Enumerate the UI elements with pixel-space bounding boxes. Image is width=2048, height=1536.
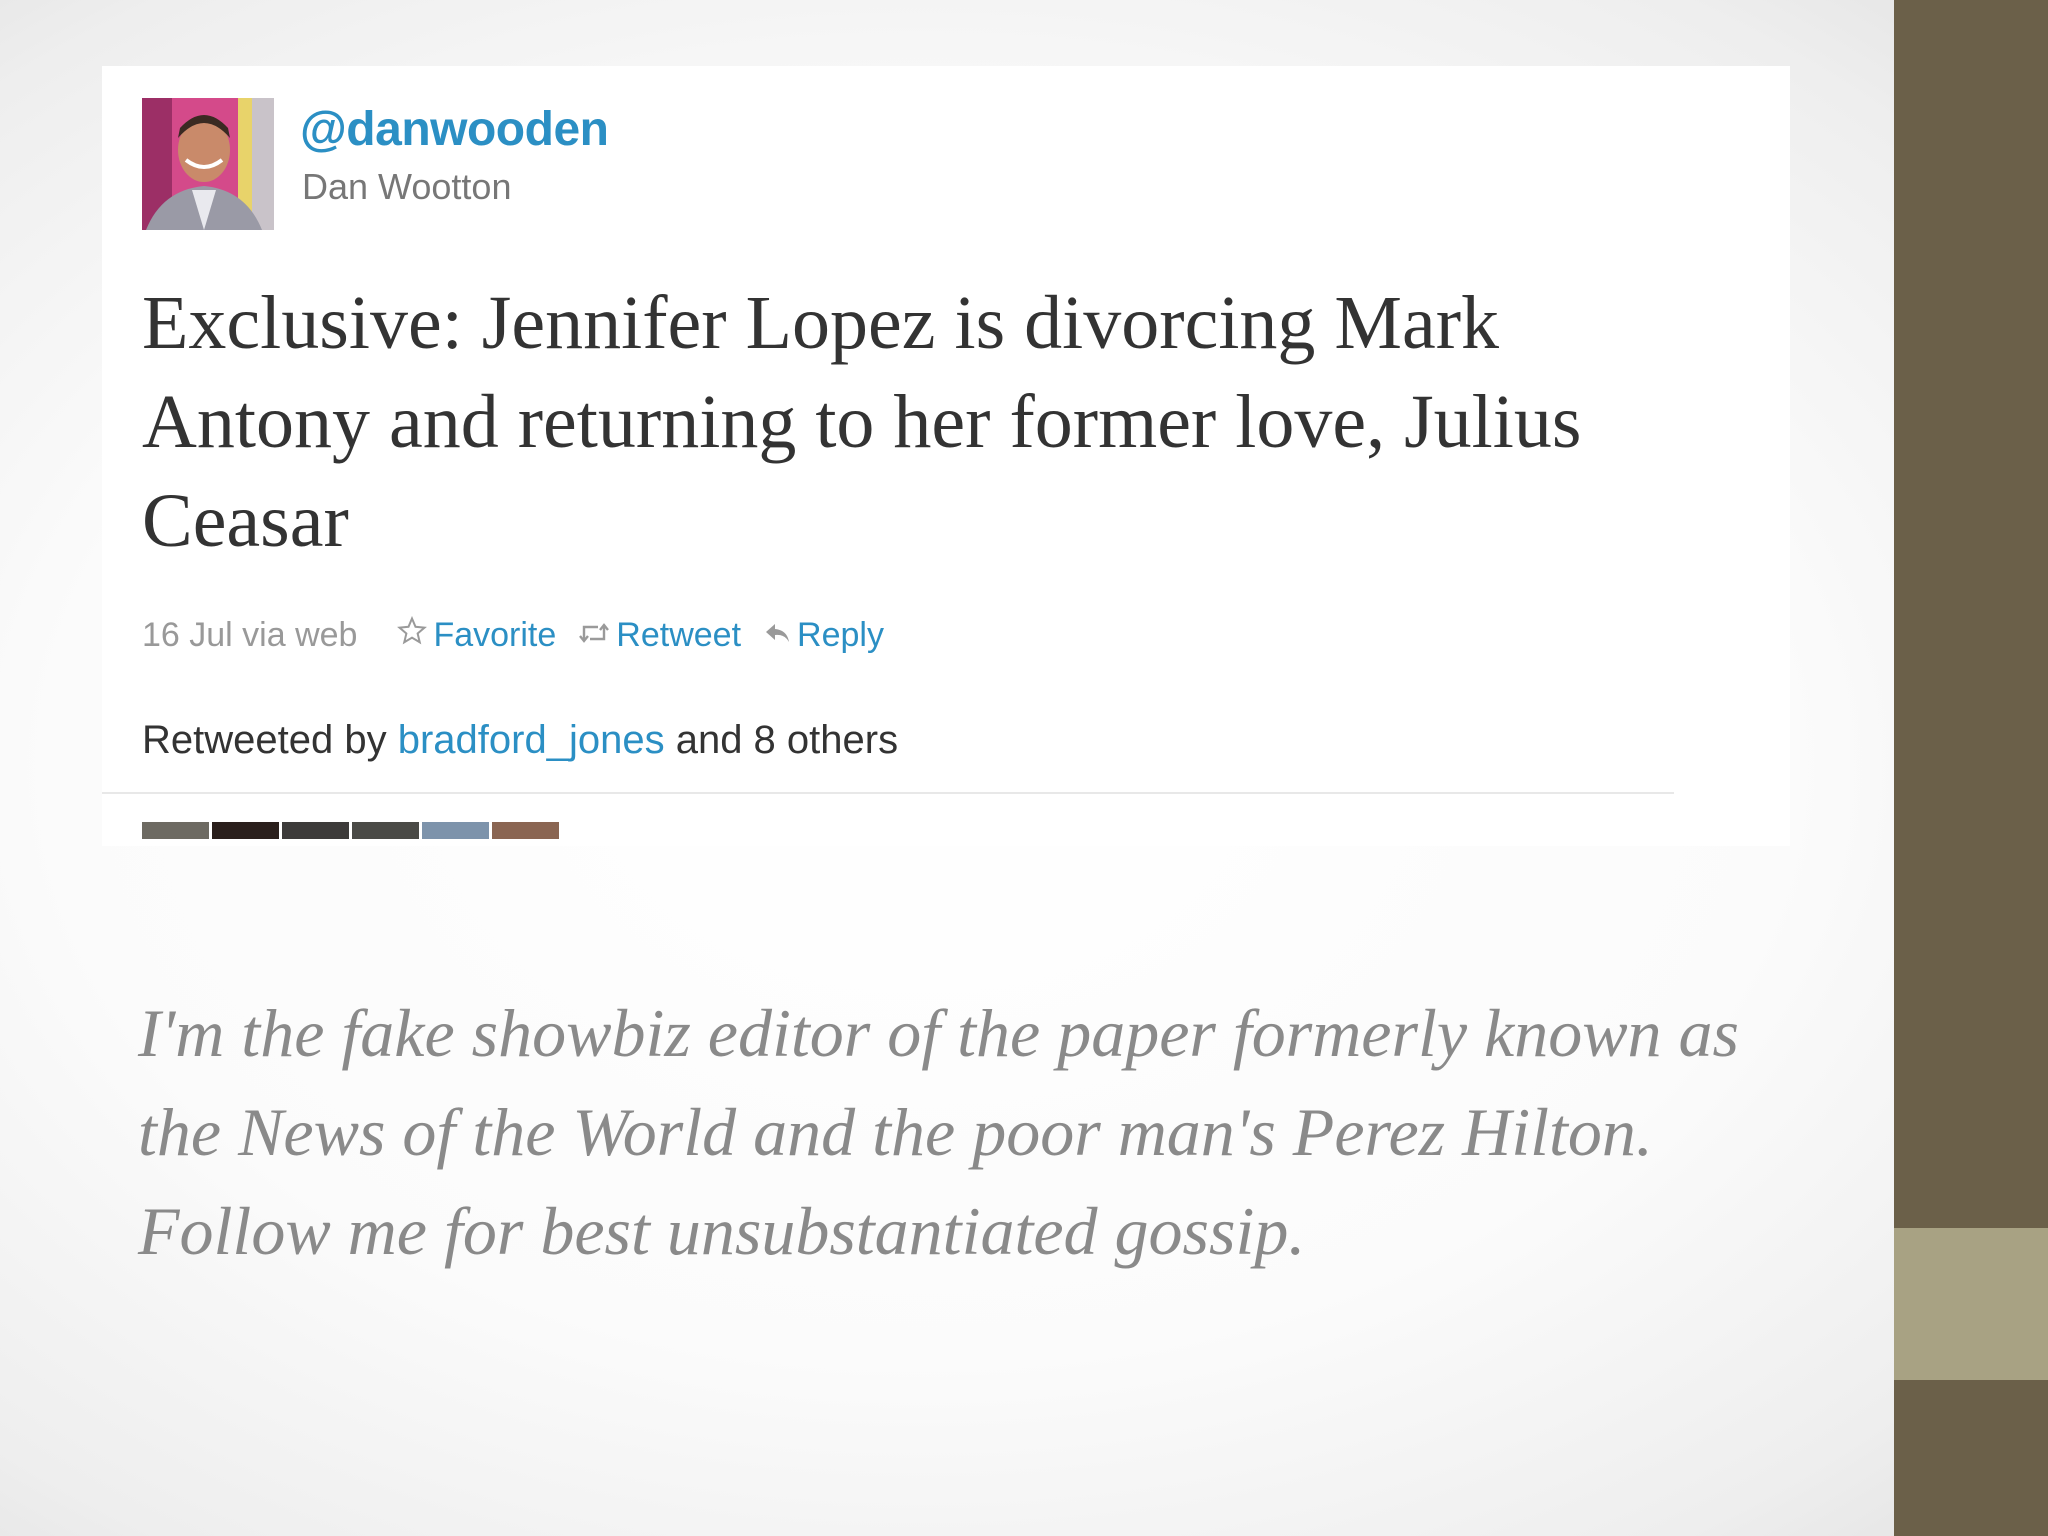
retweeter-thumbnail[interactable] — [422, 822, 489, 839]
retweeted-by-prefix: Retweeted by — [142, 718, 387, 762]
retweeter-thumbnail[interactable] — [352, 822, 419, 839]
tweet-timestamp[interactable]: 16 Jul via web — [142, 616, 357, 655]
retweeter-thumbnail[interactable] — [282, 822, 349, 839]
favorite-label: Favorite — [433, 615, 557, 654]
user-display-name: Dan Wootton — [302, 166, 512, 207]
retweeter-user-link[interactable]: bradford_jones — [398, 718, 665, 762]
divider — [102, 792, 1674, 794]
retweeter-thumbnail[interactable] — [212, 822, 279, 839]
retweeted-by-suffix: and 8 others — [675, 718, 899, 762]
retweeter-thumbnail[interactable] — [142, 822, 209, 839]
side-accent-block — [1894, 1228, 2048, 1380]
retweeted-by-line: Retweeted by bradford_jones and 8 others — [142, 718, 898, 763]
retweet-button[interactable]: Retweet — [578, 616, 741, 655]
retweeter-thumbnail[interactable] — [492, 822, 559, 839]
profile-bio: I'm the fake showbiz editor of the paper… — [138, 995, 1740, 1269]
reply-arrow-icon — [763, 616, 791, 655]
reply-button[interactable]: Reply — [763, 616, 884, 655]
user-handle-link[interactable]: @danwooden — [300, 102, 609, 157]
retweet-label: Retweet — [616, 615, 742, 654]
favorite-button[interactable]: Favorite — [397, 615, 557, 655]
retweet-icon — [578, 616, 610, 655]
tweet-text: Exclusive: Jennifer Lopez is divorcing M… — [142, 281, 1582, 563]
tweet-card: @danwooden Dan Wootton Exclusive: Jennif… — [102, 66, 1790, 846]
avatar-image — [142, 98, 274, 230]
tweet-meta-row: 16 Jul via web Favorite Retweet Reply — [142, 610, 906, 660]
avatar[interactable] — [142, 98, 274, 230]
reply-label: Reply — [797, 615, 884, 654]
star-icon — [397, 615, 428, 655]
retweeter-thumbnails — [142, 822, 562, 839]
